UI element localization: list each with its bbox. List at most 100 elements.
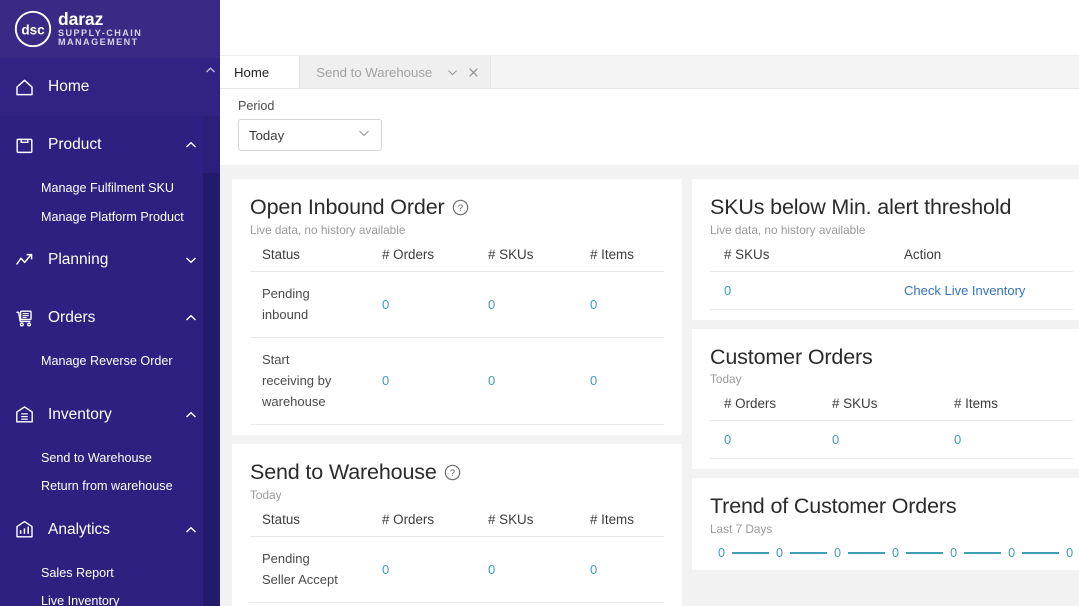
trend-point[interactable]: 0 [776,546,783,560]
table-row: Pending Seller Accept 0 0 0 [250,536,664,603]
trend-point[interactable]: 0 [950,546,957,560]
column-header-skus: # SKUs [488,507,590,537]
app-root: dsc daraz SUPPLY-CHAIN MANAGEMENT Home P… [0,0,1079,606]
column-header-status: Status [250,242,382,272]
column-header-skus: # SKUs [832,392,954,422]
sidebar-item-analytics[interactable]: Analytics [0,501,220,559]
sidebar-subitem-manage-fulfilment-sku[interactable]: Manage Fulfilment SKU [0,174,220,203]
check-live-inventory-link[interactable]: Check Live Inventory [904,283,1025,298]
bar-chart-icon [14,519,40,540]
trend-point[interactable]: 0 [1008,546,1015,560]
chevron-up-icon[interactable] [184,138,198,152]
cell-skus[interactable]: 0 [710,271,904,310]
sidebar: dsc daraz SUPPLY-CHAIN MANAGEMENT Home P… [0,0,220,606]
tab-home-label: Home [234,64,270,80]
card-subtitle: Today [710,372,742,387]
column-header-items: # Items [590,242,664,272]
trend-point[interactable]: 0 [1066,546,1073,560]
table-row: 0 Check Live Inventory [710,271,1074,310]
trend-segment [1022,551,1060,555]
dsc-circle-logo-icon: dsc [12,8,54,50]
sidebar-subitem-return-from-warehouse[interactable]: Return from warehouse [0,472,220,501]
table-header-row: # SKUs Action [710,242,1074,272]
chevron-up-icon[interactable] [184,311,198,325]
chevron-down-icon[interactable] [184,253,198,267]
product-box-icon [14,135,40,156]
sidebar-item-inventory[interactable]: Inventory [0,386,220,444]
period-select-value: Today [249,127,285,143]
card-customer-orders: Customer Orders Today # Orders # SKUs # … [692,328,1079,470]
trend-point-value: 0 [1066,546,1074,561]
sidebar-item-home[interactable]: Home [0,58,220,116]
trend-point[interactable]: 0 [834,546,841,560]
cell-skus[interactable]: 0 [488,337,590,425]
table-row: 0 0 0 [710,420,1074,460]
card-subtitle: Live data, no history available [250,222,406,237]
dashboard-left-column: Open Inbound Order ? Live data, no histo… [232,179,682,606]
tab-home[interactable]: Home [220,56,300,88]
trend-point[interactable]: 0 [892,546,899,560]
trend-point-value: 0 [834,546,842,561]
open-inbound-table: Status # Orders # SKUs # Items Pending i… [250,242,664,425]
table-header-row: Status # Orders # SKUs # Items [250,242,664,272]
table-header-row: # Orders # SKUs # Items [710,392,1074,422]
card-subtitle: Last 7 Days [710,522,773,537]
card-title: Customer Orders [710,344,873,369]
trend-point-value: 0 [892,546,900,561]
sidebar-collapse-chevron-up-icon[interactable] [202,62,218,78]
trend-point[interactable]: 0 [718,546,725,560]
tab-send-to-warehouse[interactable]: Send to Warehouse [299,56,492,88]
column-header-items: # Items [954,392,1074,422]
table-header-row: Status # Orders # SKUs # Items [250,507,664,537]
cell-items[interactable]: 0 [590,271,664,338]
chevron-up-icon[interactable] [184,523,198,537]
sidebar-subitem-label: Live Inventory [41,594,120,606]
sidebar-subitem-manage-reverse-order[interactable]: Manage Reverse Order [0,347,220,376]
cell-orders[interactable]: 0 [710,420,832,460]
cell-orders[interactable]: 0 [382,271,488,338]
card-send-to-warehouse: Send to Warehouse ? Today Status # Order… [232,443,682,606]
trend-point-value: 0 [950,546,958,561]
cell-items[interactable]: 0 [954,420,1074,460]
question-circle-icon[interactable]: ? [452,199,469,216]
card-subtitle: Today [250,487,282,502]
card-title: Trend of Customer Orders [710,494,957,519]
trend-segment [790,551,828,555]
cell-orders[interactable]: 0 [382,337,488,425]
sidebar-item-planning-label: Planning [48,251,109,268]
cell-status: Pending Seller Accept [250,536,382,603]
sidebar-subitem-sales-report[interactable]: Sales Report [0,559,220,588]
chevron-down-icon[interactable] [357,126,371,145]
sidebar-subitem-live-inventory[interactable]: Live Inventory [0,587,220,606]
cell-orders[interactable]: 0 [382,536,488,603]
warehouse-icon [14,404,40,425]
chevron-up-icon[interactable] [184,408,198,422]
sidebar-subitem-label: Manage Reverse Order [41,354,173,369]
close-icon[interactable] [467,66,480,79]
sidebar-subitem-send-to-warehouse[interactable]: Send to Warehouse [0,444,220,473]
dashboard-right-column: SKUs below Min. alert threshold Live dat… [692,179,1079,606]
sidebar-item-orders[interactable]: Orders [0,289,220,347]
cell-status: Start receiving by warehouse [250,337,382,425]
sidebar-subitem-manage-platform-product[interactable]: Manage Platform Product [0,203,220,232]
question-circle-icon[interactable]: ? [444,464,461,481]
sidebar-item-planning[interactable]: Planning [0,231,220,289]
status-text: Pending inbound [262,285,310,323]
period-label: Period [238,99,275,113]
cell-skus[interactable]: 0 [488,271,590,338]
status-text: Pending Seller Accept [262,550,338,588]
cell-items[interactable]: 0 [590,536,664,603]
column-header-orders: # Orders [382,507,488,537]
sidebar-item-product[interactable]: Product [0,116,220,174]
period-select[interactable]: Today [238,119,382,151]
customer-orders-table: # Orders # SKUs # Items 0 0 0 [710,392,1074,460]
cell-skus[interactable]: 0 [488,536,590,603]
sidebar-item-analytics-label: Analytics [48,520,111,538]
column-header-skus: # SKUs [488,242,590,272]
cell-items[interactable]: 0 [590,337,664,425]
send-to-warehouse-table: Status # Orders # SKUs # Items Pending S… [250,507,664,603]
cell-status: Pending inbound [250,271,382,338]
cell-action: Check Live Inventory [904,271,1074,310]
chevron-down-icon[interactable] [446,66,459,79]
cell-skus[interactable]: 0 [832,420,954,460]
